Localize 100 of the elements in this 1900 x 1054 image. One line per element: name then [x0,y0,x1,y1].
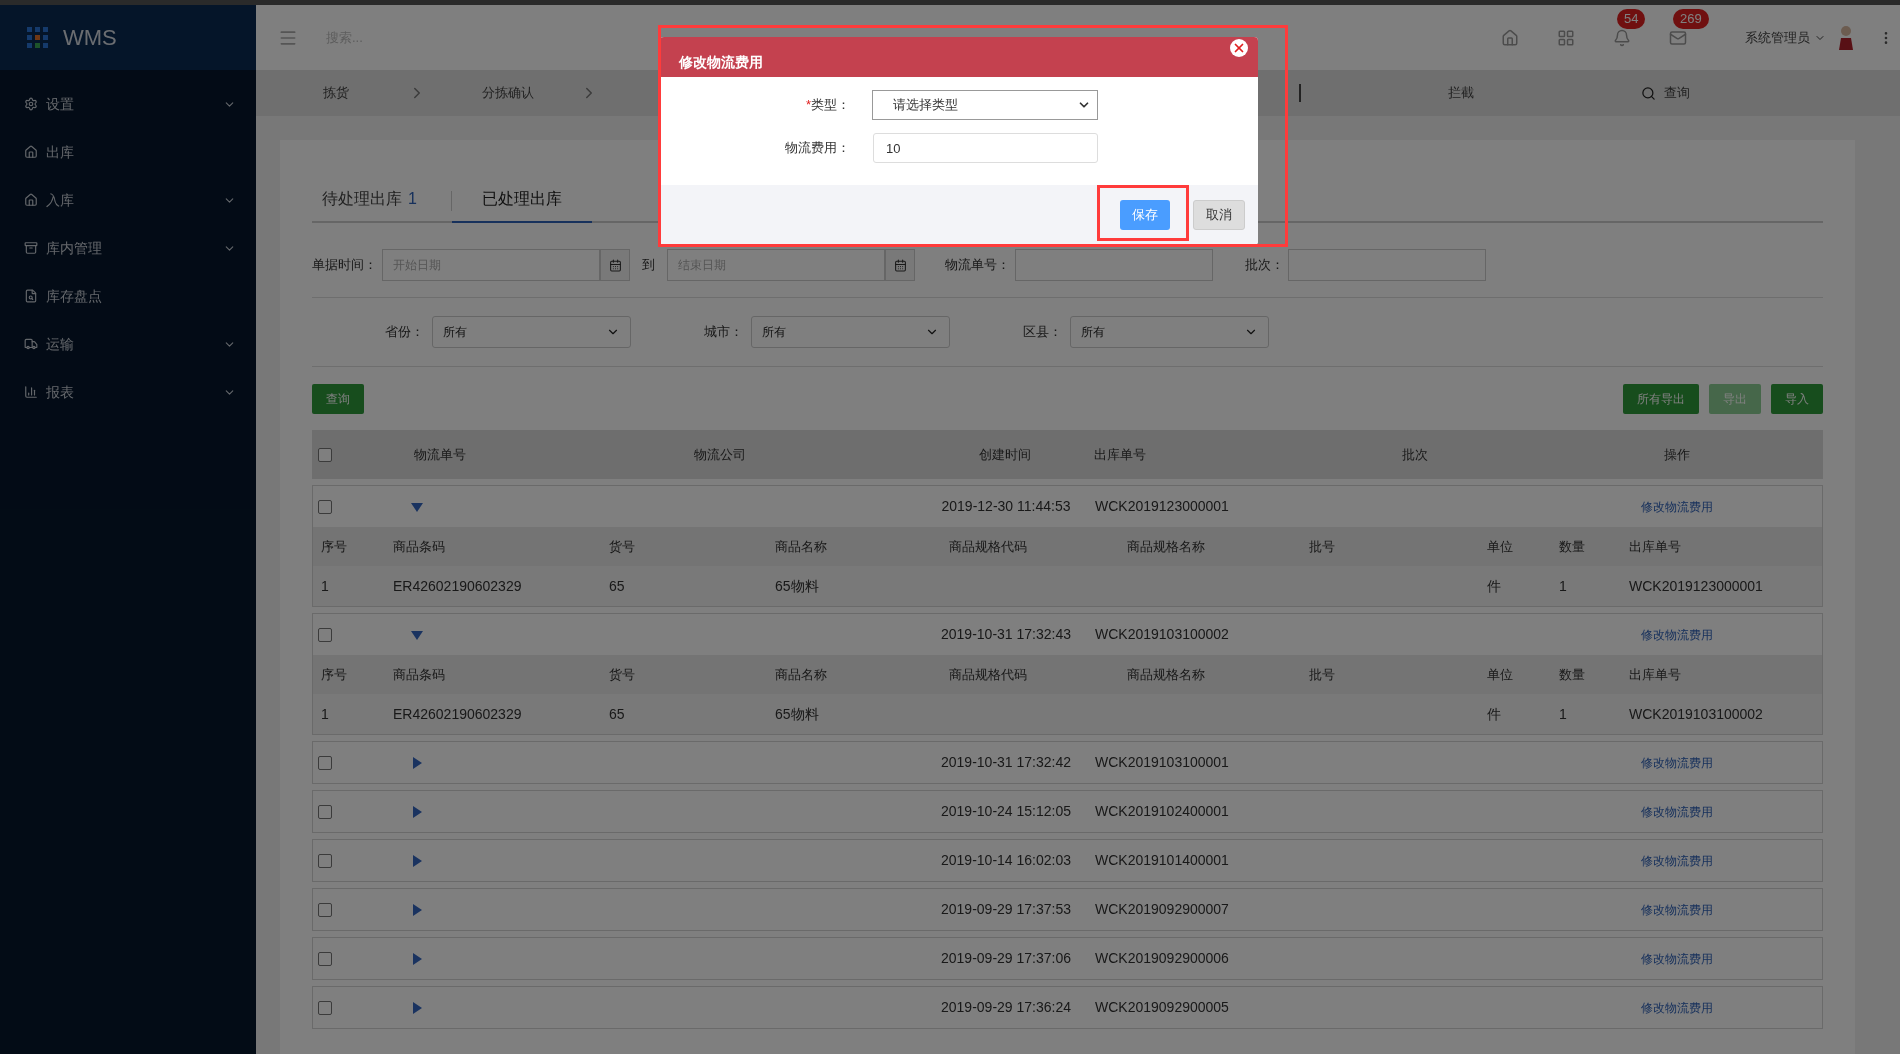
edit-fee-link[interactable]: 修改物流费用 [1531,900,1822,919]
checkbox[interactable] [318,951,332,966]
calendar-icon [893,258,907,272]
toolbar-button[interactable]: 所有导出 [1623,384,1699,414]
caret-right-icon[interactable] [411,952,423,965]
calendar-button[interactable] [885,249,915,281]
query-button[interactable]: 查询 [312,384,364,414]
column-header: 序号 [320,665,348,684]
batch-field[interactable] [1288,249,1486,281]
caret-right-icon[interactable] [411,903,423,916]
field-label: 批次： [1245,256,1285,275]
save-button[interactable]: 保存 [1120,200,1170,230]
tracking-number-field[interactable] [1015,249,1213,281]
tab[interactable]: 已处理出库 [451,187,592,223]
checkbox[interactable] [318,755,332,770]
grid-icon[interactable] [1557,28,1575,47]
table-cell: ER42602190602329 [393,705,522,722]
sidebar-item[interactable]: 出库 [0,128,256,176]
cancel-button[interactable]: 取消 [1193,200,1245,230]
table-cell-text: 2019-10-31 17:32:42 [940,753,1072,772]
column-header: 创建时间 [978,445,1032,464]
close-button[interactable] [1230,39,1248,57]
column-header: 商品规格名称 [1126,537,1206,556]
app-grid-icon [27,26,49,49]
table-cell-text: WCK2019103100002 [1094,625,1230,644]
column-header: 物流单号 [413,445,467,464]
user-menu[interactable]: 系统管理员 [1745,27,1826,48]
sidebar-item[interactable]: 设置 [0,80,256,128]
field-label: 区县： [1022,323,1063,342]
caret-right-icon[interactable] [411,1001,423,1014]
column-header: 数量 [1558,665,1586,684]
step-tab[interactable]: 拣货 [276,83,396,103]
sidebar-item[interactable]: 库内管理 [0,224,256,272]
table-cell-text: WCK2019092900006 [1094,949,1230,968]
sidebar-item[interactable]: 运输 [0,320,256,368]
select-field[interactable]: 所有 [432,316,631,348]
select-field[interactable]: 所有 [751,316,950,348]
sidebar-item[interactable]: 报表 [0,368,256,416]
table-cell: ER42602190602329 [393,577,522,594]
checkbox[interactable] [318,853,332,868]
calendar-icon [608,258,622,272]
checkbox[interactable] [318,804,332,819]
step-tab[interactable]: 拦截 [1381,83,1541,103]
column-header: 批号 [1308,665,1336,684]
column-header: 批号 [1308,537,1336,556]
edit-fee-link[interactable]: 修改物流费用 [1531,497,1822,516]
column-header: 物流公司 [693,445,747,464]
toolbar-button[interactable]: 导入 [1771,384,1823,414]
truck-icon [24,337,38,351]
home-icon[interactable] [1501,28,1519,47]
table-cell: 65 [609,705,625,722]
caret-right-icon[interactable] [411,854,423,867]
edit-fee-link[interactable]: 修改物流费用 [1531,753,1822,772]
edit-fee-link[interactable]: 修改物流费用 [1531,851,1822,870]
table-cell-text: 2019-10-31 17:32:43 [940,625,1072,644]
column-header: 商品规格代码 [948,665,1028,684]
field-label: 到 [642,256,655,275]
type-select[interactable]: 请选择类型 [872,90,1098,120]
caret-down-icon[interactable] [411,500,423,513]
column-header: 单位 [1486,665,1514,684]
caret-down-icon[interactable] [411,628,423,641]
checkbox[interactable] [318,902,332,917]
search-link[interactable]: 查询 [1641,83,1690,103]
column-header: 出库单号 [1093,445,1147,464]
table-cell: 1 [1559,577,1567,594]
table-cell-text: WCK2019101400001 [1094,851,1230,870]
checkbox[interactable] [318,499,332,514]
edit-fee-link[interactable]: 修改物流费用 [1531,625,1822,644]
calendar-button[interactable] [600,249,630,281]
table-cell-text: 2019-09-29 17:37:06 [940,949,1072,968]
avatar-icon[interactable] [1838,24,1854,51]
select-field[interactable]: 所有 [1070,316,1269,348]
bell-icon[interactable] [1613,28,1631,47]
mail-icon[interactable] [1669,28,1687,47]
edit-fee-link[interactable]: 修改物流费用 [1531,998,1822,1017]
sidebar-item[interactable]: 入库 [0,176,256,224]
column-header: 出库单号 [1628,665,1682,684]
bar-chart-icon [24,385,38,399]
notification-badge: 54 [1617,8,1646,29]
fee-field[interactable]: 10 [873,133,1098,163]
sidebar-item[interactable]: 库存盘点 [0,272,256,320]
field-label: 单据时间： [312,256,378,275]
table-cell: WCK2019123000001 [1629,577,1763,594]
settings-icon [24,97,38,111]
notification-badge: 269 [1673,8,1709,29]
table-cell-text: 2019-12-30 11:44:53 [940,497,1072,516]
column-header: 货号 [608,665,636,684]
edit-fee-link[interactable]: 修改物流费用 [1531,949,1822,968]
tab[interactable]: 待处理出库 1 [312,187,427,223]
table-cell: 件 [1487,705,1501,722]
column-header: 批次 [1401,445,1429,464]
checkbox[interactable] [318,447,332,462]
checkbox[interactable] [318,1000,332,1015]
house-icon [24,145,38,159]
checkbox[interactable] [318,627,332,642]
caret-right-icon[interactable] [411,805,423,818]
step-tab[interactable]: 分拣确认 [448,83,568,103]
dialog-title: 修改物流费用 [679,53,763,72]
edit-fee-link[interactable]: 修改物流费用 [1531,802,1822,821]
caret-right-icon[interactable] [411,756,423,769]
